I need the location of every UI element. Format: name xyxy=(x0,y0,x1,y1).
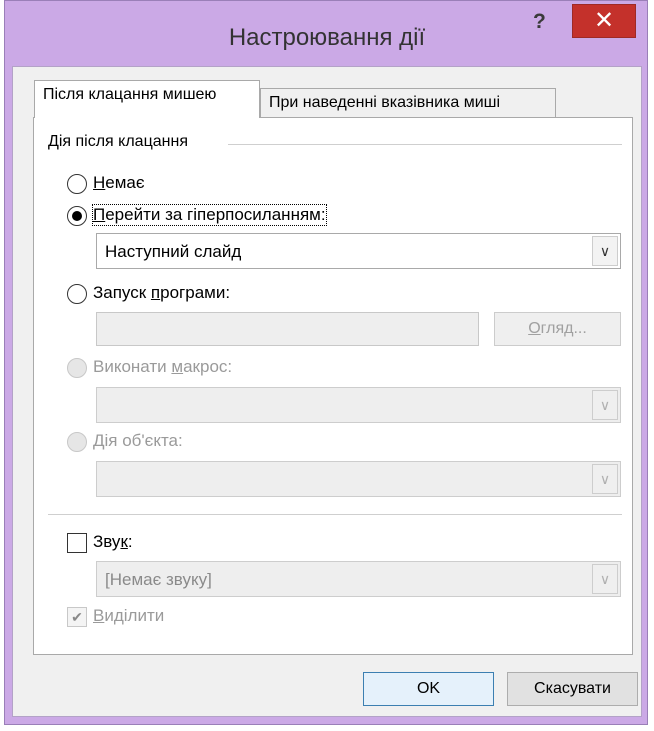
highlight-label[interactable]: Виділити xyxy=(93,606,164,626)
radio-object-action[interactable] xyxy=(67,432,87,452)
radio-object-action-label[interactable]: Дія об'єкта: xyxy=(93,431,183,451)
highlight-checkbox[interactable]: ✔ xyxy=(67,607,87,627)
chevron-down-icon[interactable]: ∨ xyxy=(592,236,618,266)
group-label: Дія після клацання xyxy=(48,133,194,151)
radio-none-label[interactable]: Немає xyxy=(93,173,145,193)
chevron-down-icon[interactable]: ∨ xyxy=(592,464,618,494)
macro-dropdown[interactable]: ∨ xyxy=(96,387,621,423)
section-divider xyxy=(48,514,622,515)
tab-mouse-over[interactable]: При наведенні вказівника миші xyxy=(260,88,556,118)
close-button[interactable]: ✕ xyxy=(572,4,636,38)
radio-run-macro[interactable] xyxy=(67,358,87,378)
help-button[interactable]: ? xyxy=(533,10,546,34)
radio-run-macro-label[interactable]: Виконати макрос: xyxy=(93,357,232,377)
radio-run-program[interactable] xyxy=(67,284,87,304)
radio-hyperlink[interactable] xyxy=(67,206,87,226)
dialog-title: Настроювання дії xyxy=(228,24,426,51)
sound-dropdown-value: [Немає звуку] xyxy=(105,570,212,589)
tab-after-click[interactable]: Після клацання мишею xyxy=(34,80,260,118)
checkmark-icon: ✔ xyxy=(71,609,83,625)
hyperlink-dropdown-value: Наступний слайд xyxy=(105,242,242,261)
radio-hyperlink-label[interactable]: Перейти за гіперпосиланням: xyxy=(92,204,327,226)
radio-none[interactable] xyxy=(67,174,87,194)
chevron-down-icon[interactable]: ∨ xyxy=(592,390,618,420)
sound-label[interactable]: Звук: xyxy=(93,532,133,552)
chevron-down-icon[interactable]: ∨ xyxy=(592,564,618,594)
hyperlink-dropdown[interactable]: Наступний слайд ∨ xyxy=(96,233,621,269)
program-path-input[interactable] xyxy=(96,312,479,346)
sound-checkbox[interactable] xyxy=(67,533,87,553)
radio-run-program-label[interactable]: Запуск програми: xyxy=(93,283,230,303)
browse-button[interactable]: Огляд... xyxy=(494,312,621,346)
ok-button[interactable]: OK xyxy=(363,672,494,706)
group-divider xyxy=(228,144,622,145)
sound-dropdown[interactable]: [Немає звуку] ∨ xyxy=(96,561,621,597)
object-action-dropdown[interactable]: ∨ xyxy=(96,461,621,497)
cancel-button[interactable]: Скасувати xyxy=(507,672,638,706)
